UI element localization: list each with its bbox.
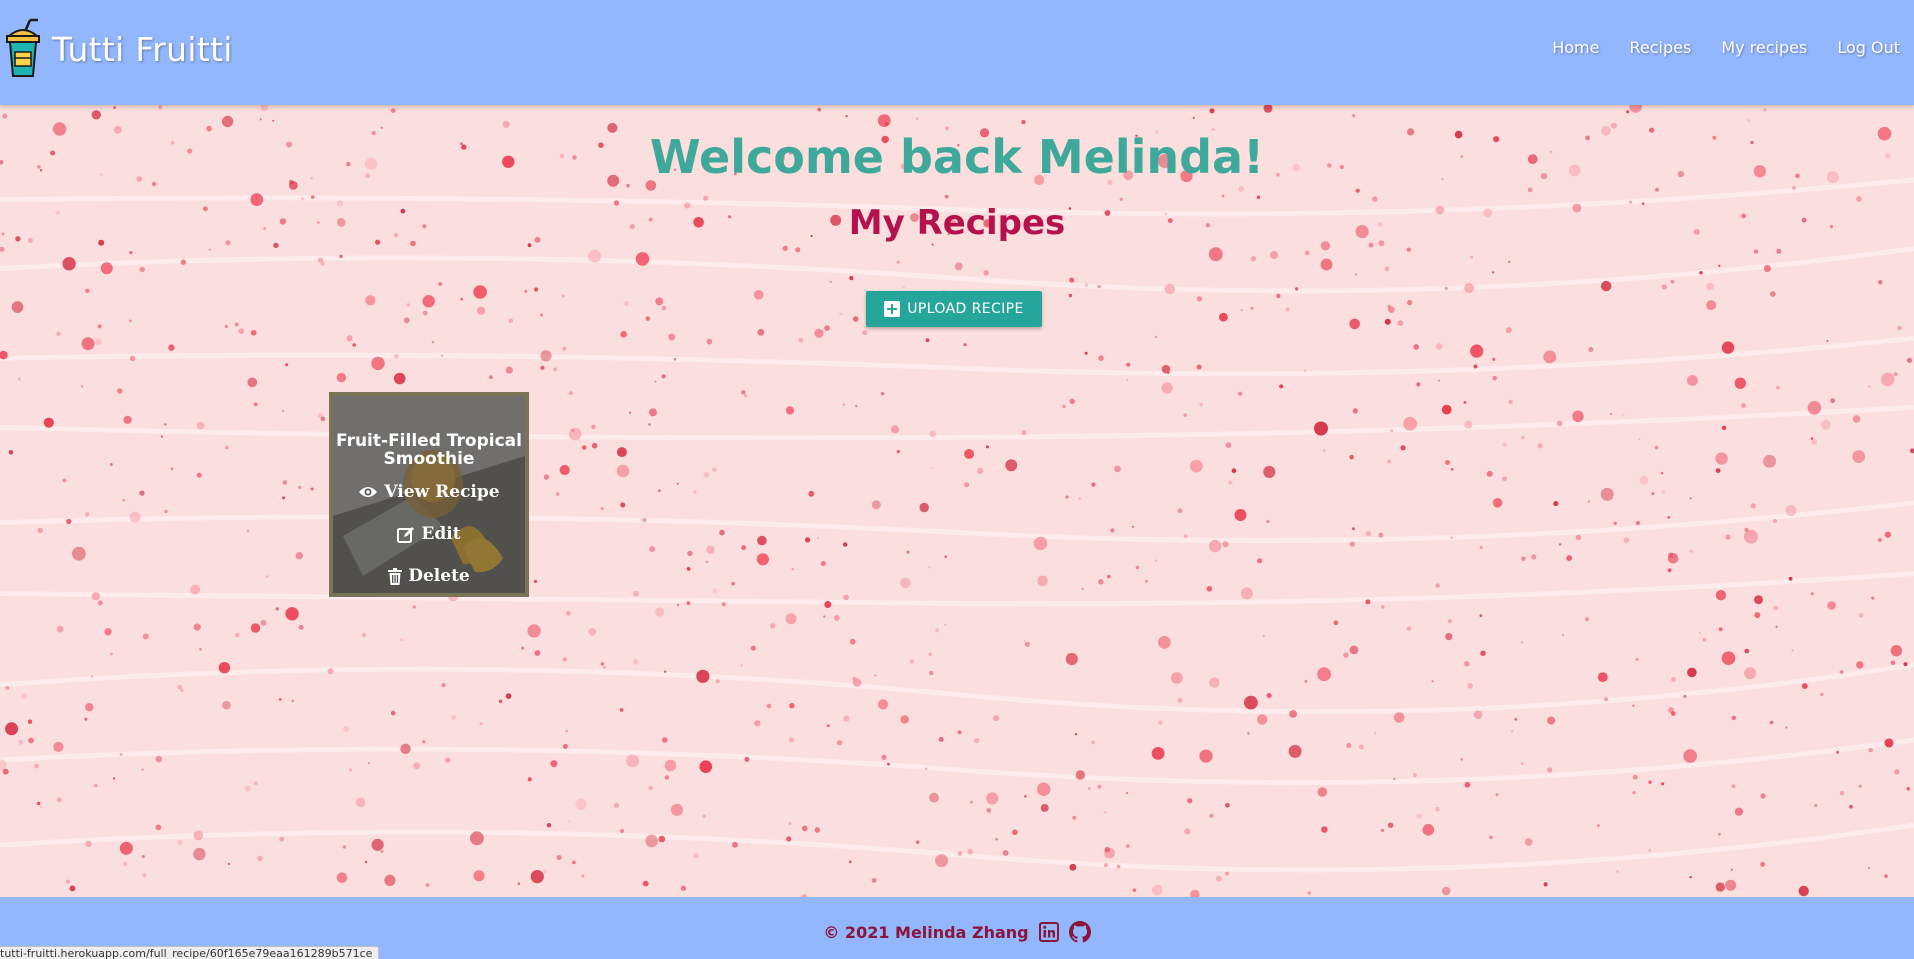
view-recipe-link[interactable]: View Recipe [333,482,525,502]
copyright-text: © 2021 Melinda Zhang [823,922,1029,942]
page-title: My Recipes [848,203,1066,243]
trash-icon [388,567,403,585]
main-content: Welcome back Melinda! My Recipes UPLOAD … [0,105,1914,897]
brand-title: Tutti Fruitti [52,29,233,69]
delete-link[interactable]: Delete [333,566,525,586]
delete-label: Delete [408,566,470,586]
upload-recipe-button[interactable]: UPLOAD RECIPE [866,291,1042,327]
recipe-card[interactable]: Fruit-Filled Tropical Smoothie View Reci… [329,392,529,597]
edit-link[interactable]: Edit [333,524,525,544]
github-icon[interactable] [1068,921,1091,943]
nav-recipes[interactable]: Recipes [1629,38,1691,57]
view-recipe-label: View Recipe [384,482,500,502]
nav-log-out[interactable]: Log Out [1837,38,1900,57]
edit-label: Edit [421,524,461,544]
eye-icon [358,485,378,499]
plus-square-icon [884,301,901,317]
linkedin-icon[interactable] [1038,922,1059,942]
nav-my-recipes[interactable]: My recipes [1721,38,1807,57]
nav-home[interactable]: Home [1552,38,1599,57]
smoothie-cup-icon [6,18,40,77]
nav-links: Home Recipes My recipes Log Out [1552,38,1900,57]
edit-icon [397,526,415,543]
welcome-heading: Welcome back Melinda! [649,130,1265,184]
upload-recipe-label: UPLOAD RECIPE [907,301,1024,317]
brand[interactable]: Tutti Fruitti [4,18,233,80]
status-bar-url: tutti-fruitti.herokuapp.com/full_recipe/… [0,946,380,959]
navbar: Tutti Fruitti Home Recipes My recipes Lo… [0,0,1914,105]
recipe-title: Fruit-Filled Tropical Smoothie [336,431,522,469]
